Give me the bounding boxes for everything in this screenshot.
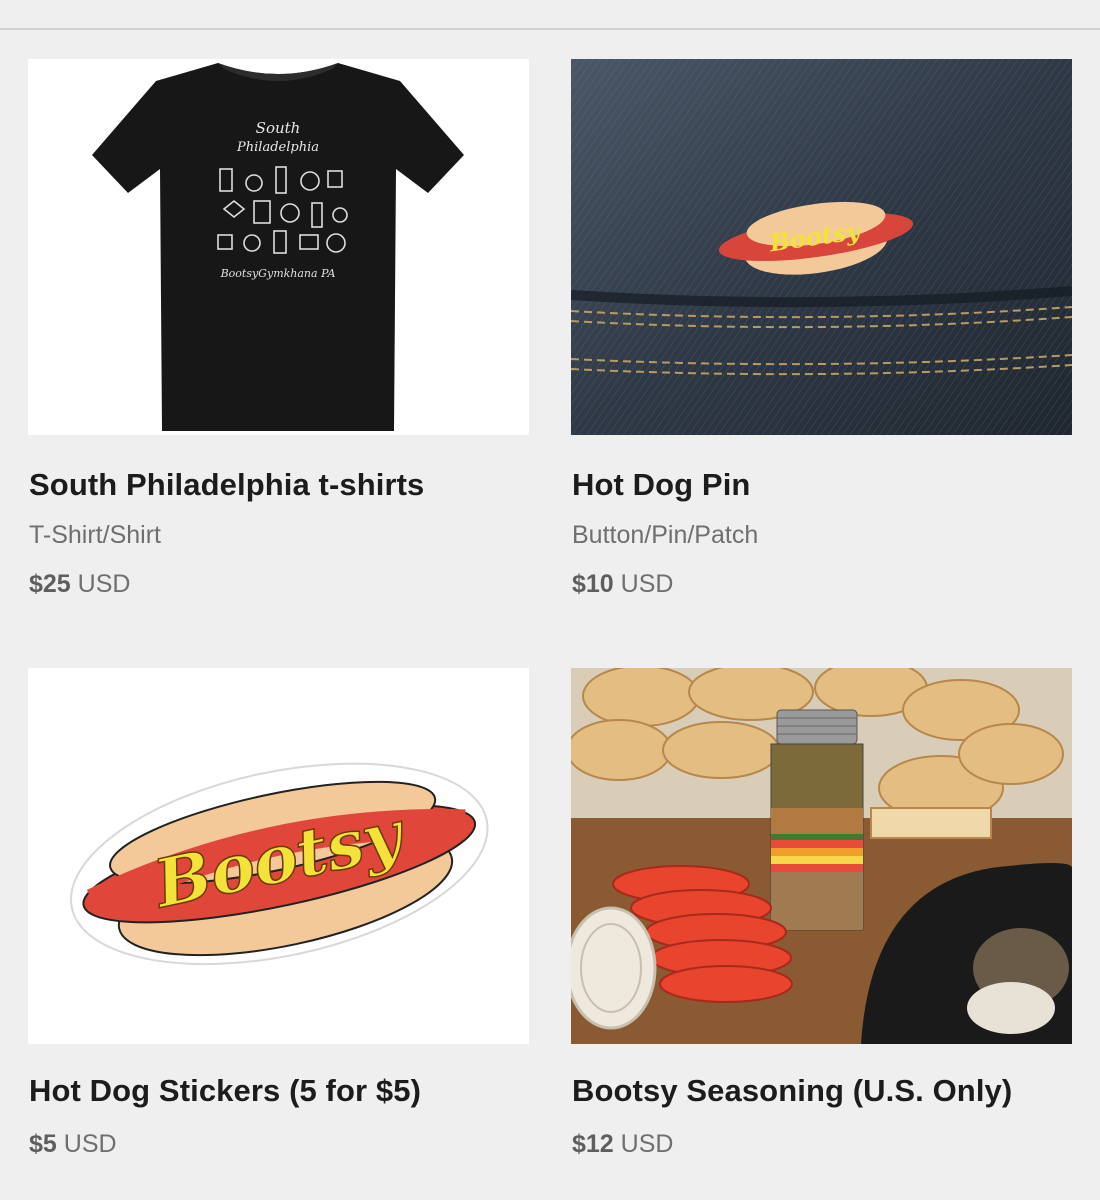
product-category: Button/Pin/Patch — [572, 521, 759, 549]
product-price: $25 USD — [29, 570, 130, 599]
price-currency: USD — [63, 1130, 117, 1158]
price-amount: $12 — [572, 1130, 614, 1158]
product-price: $5 USD — [29, 1130, 117, 1159]
product-card-hot-dog-pin[interactable]: Bootsy Hot Dog Pin Button/Pin/Patch $10 … — [571, 59, 1072, 598]
product-price: $12 USD — [572, 1130, 673, 1159]
shirt-print-line-1: South — [256, 119, 301, 137]
product-title[interactable]: Hot Dog Pin — [572, 467, 750, 503]
header-divider — [0, 28, 1100, 30]
price-amount: $10 — [572, 570, 614, 598]
product-card-bootsy-seasoning[interactable]: Bootsy Seasoning (U.S. Only) $12 USD — [571, 668, 1072, 1158]
product-image-bootsy-seasoning[interactable] — [571, 668, 1072, 1044]
price-amount: $25 — [29, 570, 71, 598]
product-card-hot-dog-stickers[interactable]: Bootsy Hot Dog Stickers (5 for $5) $5 US… — [28, 668, 529, 1158]
price-currency: USD — [77, 570, 131, 598]
price-currency: USD — [620, 570, 674, 598]
product-price: $10 USD — [572, 570, 673, 599]
product-image-hot-dog-pin[interactable]: Bootsy — [571, 59, 1072, 435]
product-card-south-philadelphia-tshirts[interactable]: South Philadelphia BootsyGymkhana PA Sou… — [28, 59, 529, 598]
product-category: T-Shirt/Shirt — [29, 521, 161, 549]
price-currency: USD — [620, 1130, 674, 1158]
shirt-print-footer: BootsyGymkhana PA — [220, 267, 336, 280]
product-title[interactable]: Bootsy Seasoning (U.S. Only) — [572, 1073, 1012, 1109]
product-title[interactable]: Hot Dog Stickers (5 for $5) — [29, 1073, 421, 1109]
product-image-tshirt[interactable]: South Philadelphia BootsyGymkhana PA — [28, 59, 529, 435]
shirt-print-line-2: Philadelphia — [236, 140, 319, 155]
product-image-hot-dog-sticker[interactable]: Bootsy — [28, 668, 529, 1044]
price-amount: $5 — [29, 1130, 57, 1158]
product-title[interactable]: South Philadelphia t-shirts — [29, 467, 424, 503]
